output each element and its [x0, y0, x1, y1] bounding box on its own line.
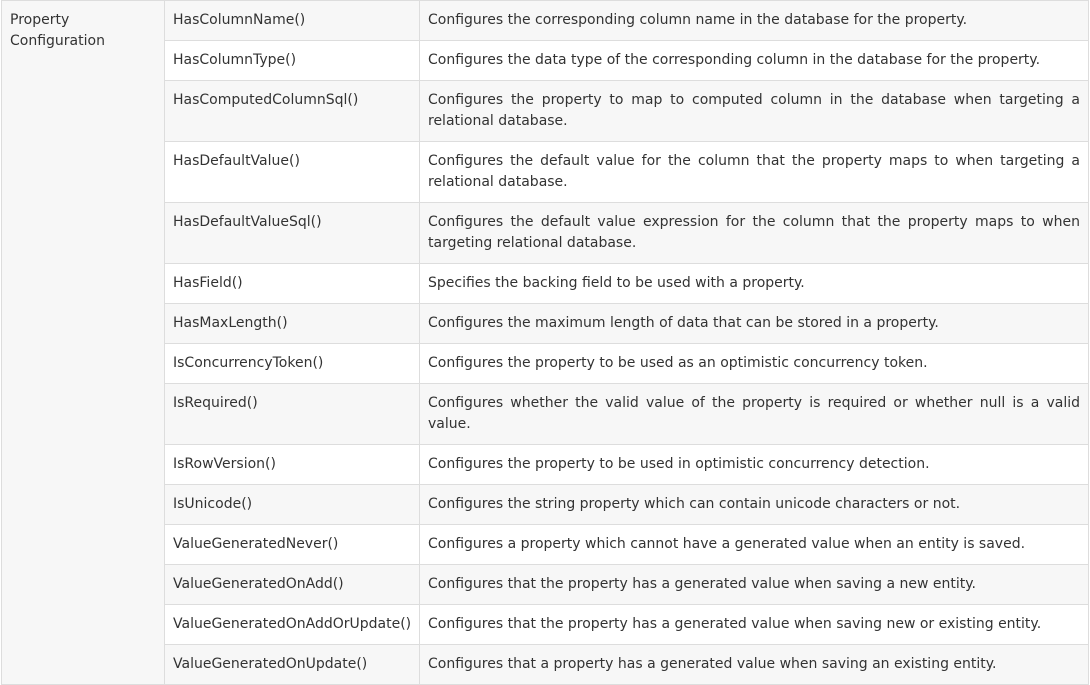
table-row: HasColumnType() Configures the data type … — [2, 40, 1089, 81]
method-name-cell: HasComputedColumnSql() — [164, 80, 420, 142]
method-name-cell: IsUnicode() — [164, 484, 420, 525]
property-configuration-table: Property Configuration HasColumnName() Con… — [1, 0, 1089, 685]
method-name-cell: IsRowVersion() — [164, 444, 420, 485]
method-name-cell: HasField() — [164, 263, 420, 304]
method-description-cell: Configures the default value for the col… — [419, 141, 1089, 203]
table-row: IsRowVersion() Configures the property to… — [2, 444, 1089, 485]
method-description-cell: Configures that a property has a generat… — [419, 644, 1089, 685]
table-row: Property Configuration HasColumnName() Con… — [1, 0, 1089, 685]
table-row: IsConcurrencyToken() Configures the prope… — [2, 343, 1089, 384]
method-name-cell: IsConcurrencyToken() — [164, 343, 420, 384]
method-name-cell: HasColumnName() — [164, 0, 420, 41]
method-description-cell: Specifies the backing field to be used w… — [419, 263, 1089, 304]
method-description-cell: Configures whether the valid value of th… — [419, 383, 1089, 445]
table-row: HasDefaultValueSql() Configures the defau… — [2, 202, 1089, 264]
method-name-cell: ValueGeneratedNever() — [164, 524, 420, 565]
method-description-cell: Configures the property to map to comput… — [419, 80, 1089, 142]
method-description-cell: Configures the data type of the correspo… — [419, 40, 1089, 81]
method-description-cell: Configures the corresponding column name… — [419, 0, 1089, 41]
method-name-cell: HasDefaultValue() — [164, 141, 420, 203]
table-row: IsUnicode() Configures the string propert… — [2, 484, 1089, 525]
method-name-cell: HasDefaultValueSql() — [164, 202, 420, 264]
table-row: ValueGeneratedOnAdd() Configures that the… — [2, 564, 1089, 605]
table-row: HasComputedColumnSql() Configures the pro… — [2, 80, 1089, 142]
table-body: Property Configuration HasColumnName() Con… — [1, 0, 1089, 685]
table-row: HasField() Specifies the backing field to… — [2, 263, 1089, 304]
table-row: ValueGeneratedOnAddOrUpdate() Configures … — [2, 604, 1089, 645]
table-row: HasMaxLength() Configures the maximum len… — [2, 303, 1089, 344]
table-row: IsRequired() Configures whether the valid… — [2, 383, 1089, 445]
method-description-cell: Configures a property which cannot have … — [419, 524, 1089, 565]
table-row: ValueGeneratedNever() Configures a proper… — [2, 524, 1089, 565]
method-description-cell: Configures that the property has a gener… — [419, 604, 1089, 645]
method-description-cell: Configures the string property which can… — [419, 484, 1089, 525]
method-name-cell: IsRequired() — [164, 383, 420, 445]
method-description-cell: Configures the maximum length of data th… — [419, 303, 1089, 344]
method-name-cell: ValueGeneratedOnAdd() — [164, 564, 420, 605]
method-description-cell: Configures that the property has a gener… — [419, 564, 1089, 605]
table-row: ValueGeneratedOnUpdate() Configures that … — [2, 644, 1089, 685]
method-name-cell: ValueGeneratedOnAddOrUpdate() — [164, 604, 420, 645]
method-name-cell: HasMaxLength() — [164, 303, 420, 344]
group-label-cell: Property Configuration — [1, 0, 165, 685]
method-name-cell: ValueGeneratedOnUpdate() — [164, 644, 420, 685]
method-description-cell: Configures the property to be used in op… — [419, 444, 1089, 485]
method-description-cell: Configures the property to be used as an… — [419, 343, 1089, 384]
method-name-cell: HasColumnType() — [164, 40, 420, 81]
table-row: HasDefaultValue() Configures the default … — [2, 141, 1089, 203]
method-description-cell: Configures the default value expression … — [419, 202, 1089, 264]
